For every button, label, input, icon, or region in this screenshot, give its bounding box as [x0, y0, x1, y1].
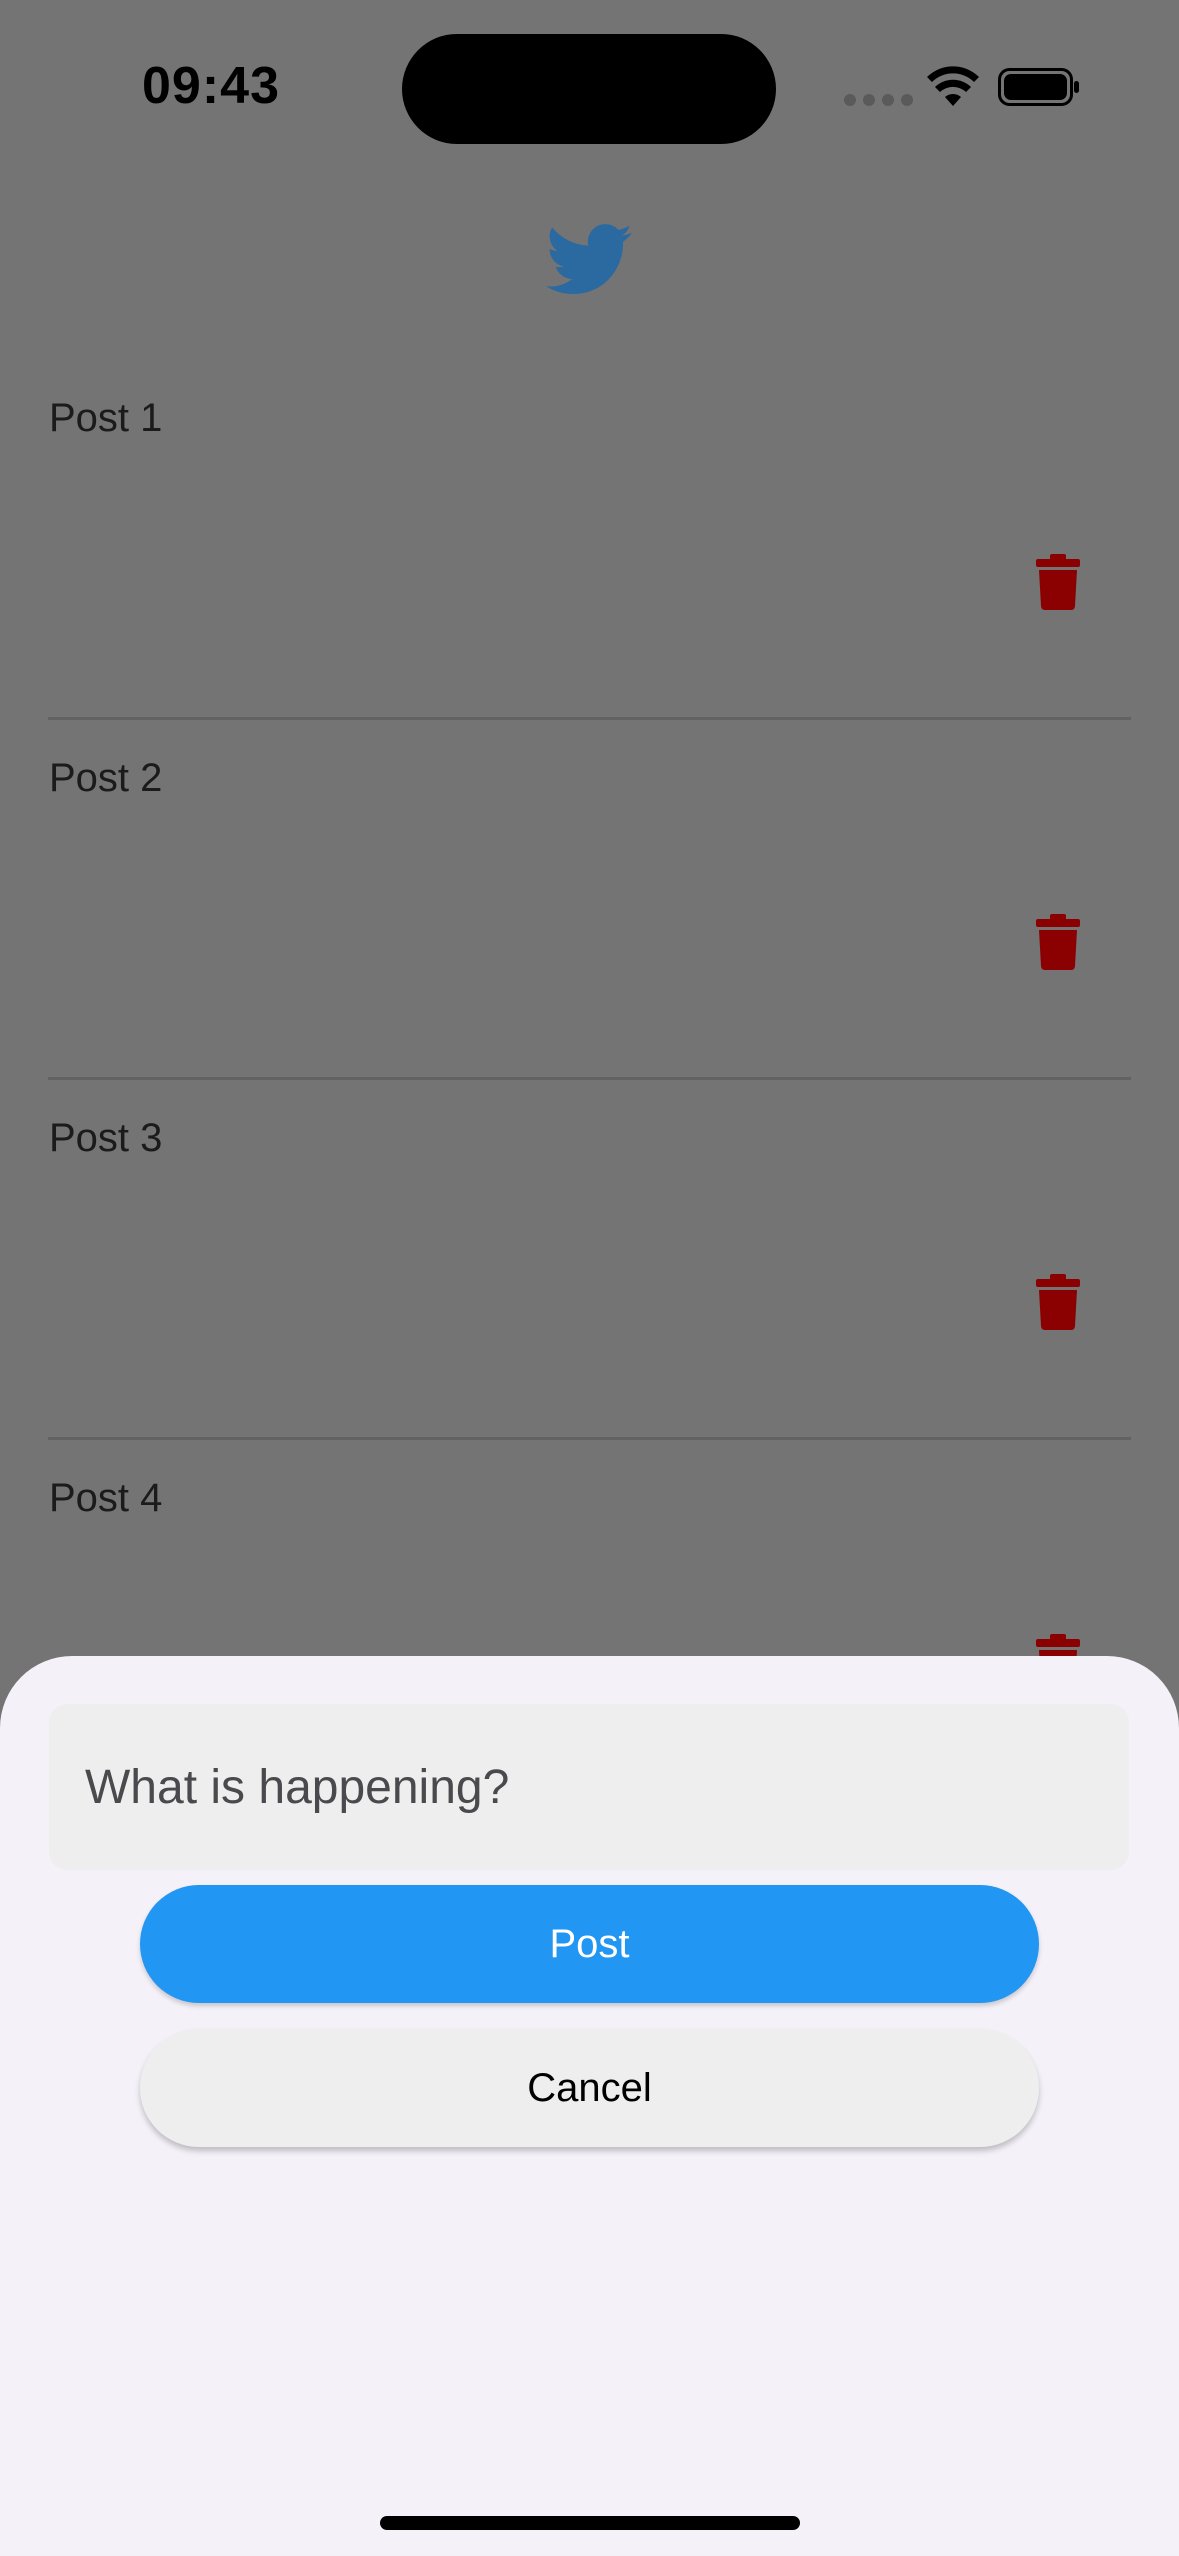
post-title: Post 2: [49, 756, 163, 800]
compose-sheet: Post Cancel: [0, 1656, 1179, 2556]
list-item[interactable]: Post 2: [48, 720, 1131, 1080]
post-title: Post 1: [49, 396, 163, 440]
cellular-signal-icon: [844, 94, 913, 106]
home-indicator: [380, 2516, 800, 2530]
post-button[interactable]: Post: [140, 1885, 1039, 2003]
list-item[interactable]: Post 1: [48, 360, 1131, 720]
status-bar: 09:43: [0, 0, 1179, 180]
status-time: 09:43: [142, 57, 280, 115]
post-list: Post 1 Post 2 Post 3 Post 4: [0, 360, 1179, 1800]
compose-input[interactable]: [49, 1704, 1129, 1870]
cancel-button[interactable]: Cancel: [140, 2029, 1039, 2147]
battery-icon: [998, 68, 1079, 106]
post-title: Post 4: [49, 1476, 163, 1520]
post-title: Post 3: [49, 1116, 163, 1160]
wifi-icon: [927, 66, 979, 106]
dynamic-island: [402, 34, 776, 144]
list-item[interactable]: Post 3: [48, 1080, 1131, 1440]
trash-icon[interactable]: [1036, 1274, 1080, 1330]
twitter-bird-icon: [546, 224, 632, 295]
trash-icon[interactable]: [1036, 554, 1080, 610]
trash-icon[interactable]: [1036, 914, 1080, 970]
